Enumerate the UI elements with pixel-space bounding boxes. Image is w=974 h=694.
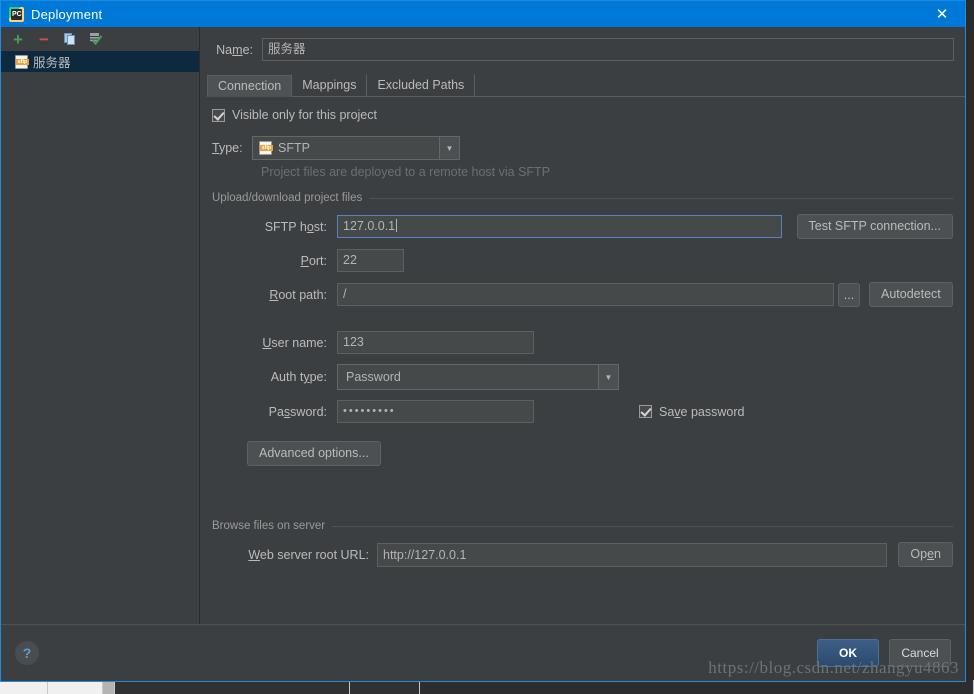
taskbar-segment xyxy=(420,680,974,694)
pycharm-icon: PC xyxy=(9,7,24,22)
upload-download-group: Upload/download project files SFTP host:… xyxy=(212,192,953,466)
dialog-action-buttons: OK Cancel xyxy=(817,639,951,667)
root-path-input[interactable]: / xyxy=(337,283,834,306)
browse-files-group-title: Browse files on server xyxy=(212,520,953,532)
text-caret xyxy=(396,219,397,232)
root-path-browse-button[interactable]: ... xyxy=(838,283,860,307)
save-password-checkbox[interactable] xyxy=(639,405,652,418)
taskbar-segment xyxy=(350,680,420,694)
port-input[interactable]: 22 xyxy=(337,249,404,272)
server-list-panel: + − xyxy=(1,27,200,624)
visible-only-label: Visible only for this project xyxy=(232,108,377,122)
auth-type-row: Auth type: Password ▼ xyxy=(212,364,953,390)
name-row: Name: 服务器 xyxy=(200,27,965,61)
deployment-dialog: PC Deployment ✕ + − xyxy=(0,0,966,682)
sftp-host-row: SFTP host: 127.0.0.1 Test SFTP connectio… xyxy=(212,214,953,239)
taskbar-segment xyxy=(48,680,103,694)
dialog-body: + − xyxy=(1,27,965,624)
sftp-server-icon xyxy=(15,55,28,69)
root-path-label: Root path: xyxy=(212,288,337,302)
taskbar-segment xyxy=(0,680,48,694)
type-value: SFTP xyxy=(278,141,310,155)
upload-download-group-title: Upload/download project files xyxy=(212,192,953,204)
password-row: Password: ••••••••• Save password xyxy=(212,400,953,423)
auth-type-label: Auth type: xyxy=(212,370,337,384)
type-row: Type: SFTP ▼ xyxy=(212,136,953,160)
type-label: Type: xyxy=(212,141,252,155)
user-name-row: User name: 123 xyxy=(212,331,953,354)
upload-download-group-label: Upload/download project files xyxy=(212,192,362,204)
chevron-down-icon[interactable]: ▼ xyxy=(598,365,618,389)
port-label: Port: xyxy=(212,254,337,268)
connection-pane: Visible only for this project Type: SFTP… xyxy=(200,97,965,567)
user-name-input[interactable]: 123 xyxy=(337,331,534,354)
help-icon[interactable]: ? xyxy=(15,641,39,665)
password-label: Password: xyxy=(212,405,337,419)
visible-only-row: Visible only for this project xyxy=(212,108,953,122)
taskbar-segment xyxy=(115,680,350,694)
user-name-label: User name: xyxy=(212,336,337,350)
close-icon[interactable]: ✕ xyxy=(919,1,965,27)
ok-button[interactable]: OK xyxy=(817,639,879,667)
sftp-host-input[interactable]: 127.0.0.1 xyxy=(337,215,782,238)
tab-mappings[interactable]: Mappings xyxy=(291,74,367,96)
make-default-icon[interactable] xyxy=(88,31,104,47)
settings-tabs: Connection Mappings Excluded Paths xyxy=(207,75,965,97)
auth-type-value: Password xyxy=(346,370,401,384)
server-list[interactable]: 服务器 xyxy=(1,51,199,624)
screen: m ' m , ' l PC Deployment ✕ + − xyxy=(0,0,974,694)
taskbar-segment xyxy=(103,680,115,694)
advanced-options-button[interactable]: Advanced options... xyxy=(247,441,381,466)
tab-connection[interactable]: Connection xyxy=(207,75,292,97)
autodetect-button[interactable]: Autodetect xyxy=(869,282,953,307)
test-sftp-connection-button[interactable]: Test SFTP connection... xyxy=(797,214,953,239)
name-input[interactable]: 服务器 xyxy=(262,38,954,61)
sftp-host-label: SFTP host: xyxy=(212,220,337,234)
copy-server-icon[interactable] xyxy=(62,31,78,47)
group-divider xyxy=(332,526,953,527)
cancel-button[interactable]: Cancel xyxy=(889,639,951,667)
os-taskbar[interactable] xyxy=(0,680,974,694)
password-input[interactable]: ••••••••• xyxy=(337,400,534,423)
server-settings-panel: Name: 服务器 Connection Mappings Excluded P… xyxy=(200,27,965,624)
dialog-titlebar[interactable]: PC Deployment ✕ xyxy=(1,1,965,27)
web-server-url-input[interactable]: http://127.0.0.1 xyxy=(377,543,887,567)
dialog-footer: ? OK Cancel https://blog.csdn.net/zhangy… xyxy=(1,624,965,681)
web-server-url-label: Web server root URL: xyxy=(212,548,377,562)
auth-type-combobox[interactable]: Password ▼ xyxy=(337,364,619,390)
name-label: Name: xyxy=(207,43,253,57)
advanced-options-row: Advanced options... xyxy=(212,441,953,466)
group-divider xyxy=(369,198,953,199)
tabs-spacer xyxy=(474,75,961,97)
visible-only-checkbox[interactable] xyxy=(212,109,225,122)
type-hint: Project files are deployed to a remote h… xyxy=(261,165,953,179)
type-combobox[interactable]: SFTP ▼ xyxy=(252,136,460,160)
sftp-type-icon xyxy=(259,141,272,155)
dialog-title: Deployment xyxy=(31,7,102,22)
port-row: Port: 22 xyxy=(212,249,953,272)
browse-files-group: Browse files on server Web server root U… xyxy=(212,520,953,567)
spacer xyxy=(212,317,953,331)
web-server-url-row: Web server root URL: http://127.0.0.1 Op… xyxy=(212,542,953,567)
chevron-down-icon[interactable]: ▼ xyxy=(439,137,459,159)
add-server-icon[interactable]: + xyxy=(10,31,26,47)
root-path-row: Root path: / ... Autodetect xyxy=(212,282,953,307)
server-list-toolbar: + − xyxy=(1,27,199,51)
remove-server-icon[interactable]: − xyxy=(36,31,52,47)
server-list-item[interactable]: 服务器 xyxy=(1,51,199,72)
browse-files-group-label: Browse files on server xyxy=(212,520,325,532)
tab-excluded-paths[interactable]: Excluded Paths xyxy=(366,74,475,96)
server-list-item-label: 服务器 xyxy=(33,52,71,71)
open-url-button[interactable]: Open xyxy=(898,542,953,567)
sftp-host-value: 127.0.0.1 xyxy=(343,219,395,233)
save-password-label: Save password xyxy=(659,405,744,419)
